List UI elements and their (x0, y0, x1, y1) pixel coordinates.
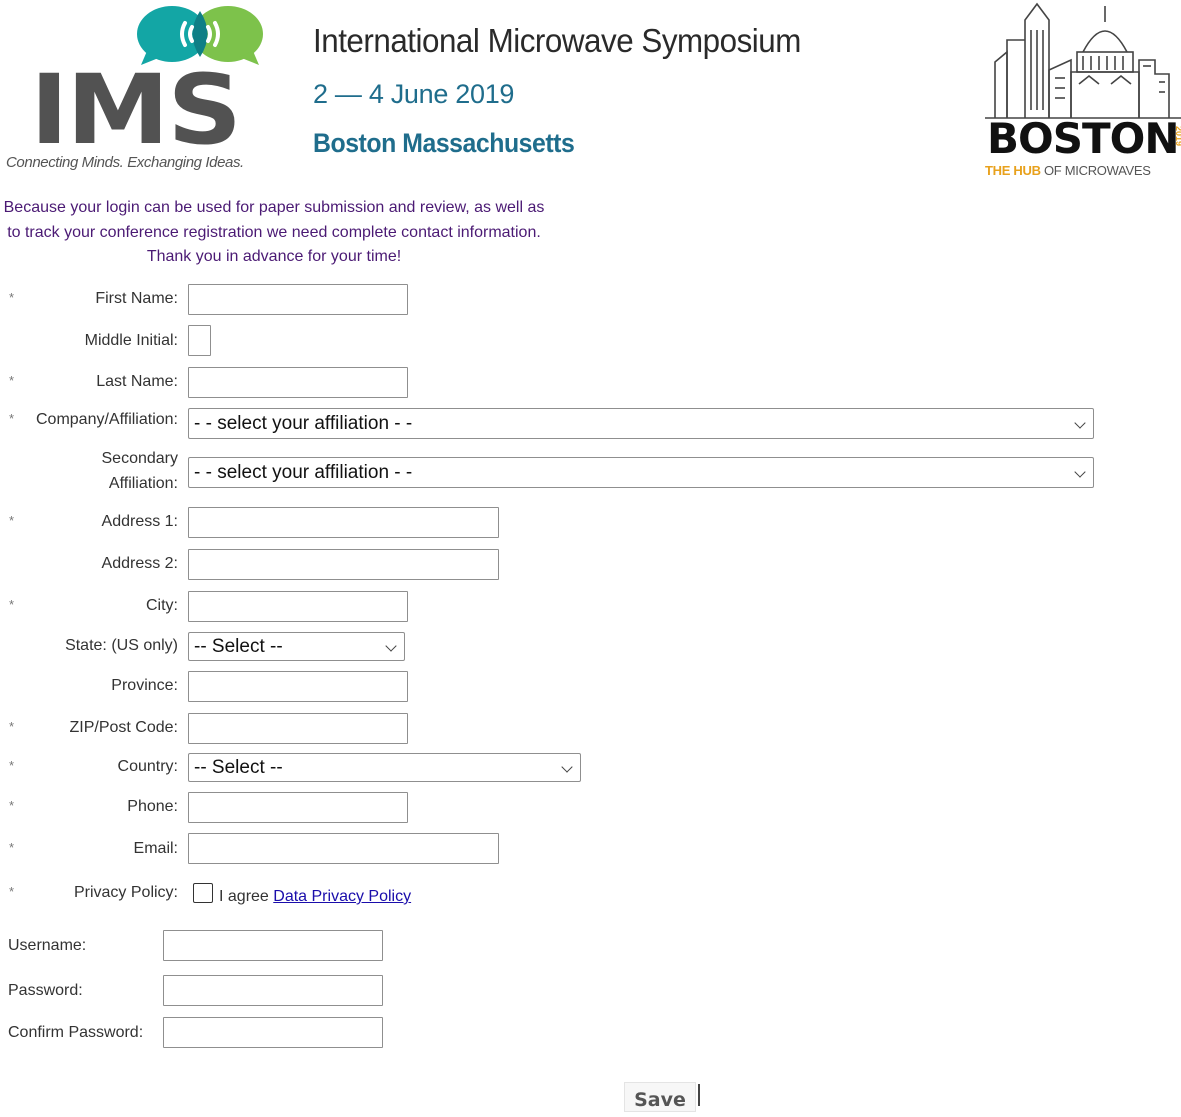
required-marker: * (9, 411, 15, 426)
conference-dates: 2 — 4 June 2019 (313, 79, 515, 109)
city-label: City: (146, 597, 178, 614)
chevron-down-icon (385, 640, 397, 652)
password-input[interactable] (163, 975, 383, 1006)
boston-subtitle-highlight: THE HUB (985, 163, 1041, 178)
last-name-label: Last Name: (96, 373, 178, 390)
country-selected-value: -- Select -- (194, 757, 283, 778)
intro-message: Because your login can be used for paper… (3, 199, 545, 265)
email-input[interactable] (188, 833, 499, 864)
email-label: Email: (133, 840, 178, 857)
first-name-input[interactable] (188, 284, 408, 315)
phone-input[interactable] (188, 792, 408, 823)
required-marker: * (9, 840, 15, 855)
confirm-password-input[interactable] (163, 1017, 383, 1048)
required-marker: * (9, 513, 15, 528)
secondary-affiliation-label-line2: Affiliation: (108, 475, 178, 492)
state-selected-value: -- Select -- (194, 636, 283, 657)
agree-label: I agree (219, 888, 269, 905)
confirm-password-label: Confirm Password: (8, 1024, 144, 1041)
company-selected-value: - - select your affiliation - - (194, 413, 413, 434)
username-label: Username: (8, 937, 87, 954)
data-privacy-policy-link[interactable]: Data Privacy Policy (273, 888, 411, 905)
boston-subtitle: THE HUB OF MICROWAVES (985, 163, 1151, 178)
privacy-policy-label: Privacy Policy: (73, 884, 178, 901)
required-marker: * (9, 884, 15, 899)
zip-label: ZIP/Post Code: (69, 719, 179, 736)
boston-logo: BOSTON 2019 THE HUB OF MICROWAVES (985, 0, 1181, 182)
phone-label: Phone: (127, 798, 178, 815)
address1-label: Address 1: (101, 513, 178, 530)
required-marker: * (9, 719, 15, 734)
privacy-agree-checkbox[interactable] (193, 883, 213, 903)
boston-skyline-icon (985, 2, 1181, 119)
boston-year: 2019 (1174, 126, 1181, 147)
ims-logo: IMS Connecting Minds. Exchanging Ideas. (0, 0, 300, 185)
province-input[interactable] (188, 671, 408, 702)
company-affiliation-select[interactable]: - - select your affiliation - - (188, 408, 1094, 439)
boston-subtitle-rest: OF MICROWAVES (1040, 163, 1151, 178)
middle-initial-label: Middle Initial: (84, 332, 178, 349)
country-label: Country: (117, 758, 178, 775)
middle-initial-input[interactable] (188, 325, 211, 356)
address2-label: Address 2: (101, 555, 178, 572)
privacy-agree-text: I agree Data Privacy Policy (219, 888, 411, 906)
required-marker: * (9, 758, 15, 773)
password-label: Password: (8, 982, 83, 999)
company-label: Company/Affiliation: (36, 411, 178, 428)
last-name-input[interactable] (188, 367, 408, 398)
country-select[interactable]: -- Select -- (188, 753, 581, 782)
ims-logo-text: IMS (30, 54, 242, 166)
required-marker: * (9, 597, 15, 612)
required-marker: * (9, 290, 15, 305)
chevron-down-icon (561, 761, 573, 773)
ims-tagline: Connecting Minds. Exchanging Ideas. (6, 154, 244, 171)
secondary-affiliation-label-line1: Secondary (101, 450, 179, 467)
chevron-down-icon (1074, 417, 1086, 429)
username-input[interactable] (163, 930, 383, 961)
chevron-down-icon (1074, 466, 1086, 478)
zip-input[interactable] (188, 713, 408, 744)
state-label: State: (US only) (65, 637, 178, 654)
save-button-edge (698, 1084, 700, 1106)
secondary-affiliation-selected-value: - - select your affiliation - - (194, 462, 413, 483)
secondary-affiliation-select[interactable]: - - select your affiliation - - (188, 457, 1094, 488)
conference-title: International Microwave Symposium (313, 22, 801, 59)
save-button[interactable]: Save (624, 1082, 696, 1112)
first-name-label: First Name: (95, 290, 178, 307)
address1-input[interactable] (188, 507, 499, 538)
city-input[interactable] (188, 591, 408, 622)
province-label: Province: (111, 677, 178, 694)
address2-input[interactable] (188, 549, 499, 580)
state-select[interactable]: -- Select -- (188, 632, 405, 661)
boston-wordmark: BOSTON (987, 114, 1179, 163)
required-marker: * (9, 798, 15, 813)
conference-location: Boston Massachusetts (313, 128, 575, 158)
required-marker: * (9, 373, 15, 388)
